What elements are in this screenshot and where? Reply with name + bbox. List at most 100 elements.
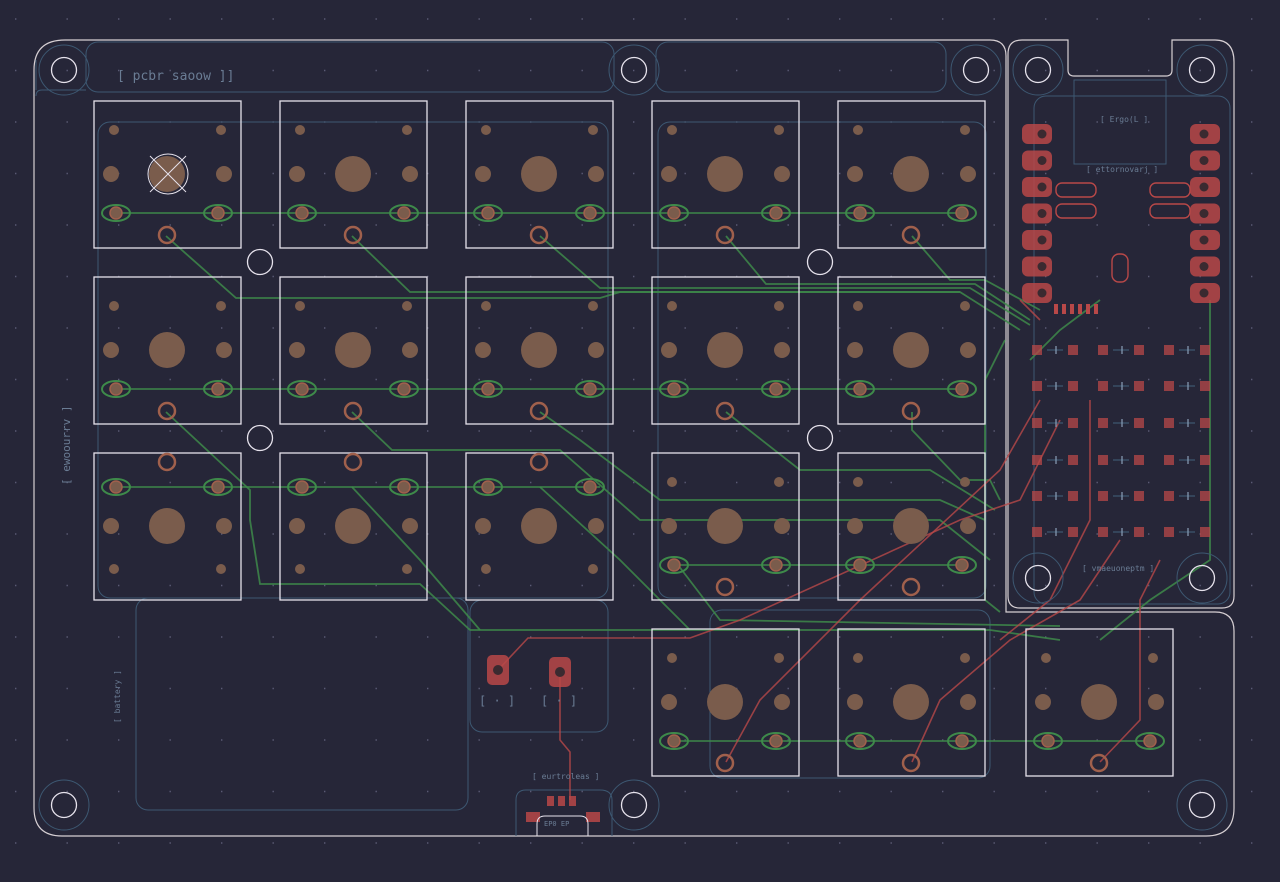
- switch-peg-right-11: [216, 518, 232, 534]
- switch-mount-b-3: [588, 125, 598, 135]
- switch-pad-hole-1-0: [109, 206, 123, 220]
- switch-stab-11: [157, 452, 177, 472]
- mcu-pad-left-2[interactable]: [1022, 150, 1052, 171]
- switch-pad-hole-16-0: [667, 734, 681, 748]
- switch-peg-right-16: [774, 694, 790, 710]
- diode-pad-b-14[interactable]: [1134, 491, 1144, 501]
- switch-stab-6: [157, 401, 177, 421]
- switch-peg-left-11: [103, 518, 119, 534]
- switch-mount-a-14: [667, 477, 677, 487]
- diode-pad-b-6[interactable]: [1200, 381, 1210, 391]
- switch-stab-18: [1089, 753, 1109, 773]
- mcu-pad-left-5[interactable]: [1022, 230, 1052, 250]
- switch-peg-right-17: [960, 694, 976, 710]
- diode-pad-b-15[interactable]: [1200, 491, 1210, 501]
- switch-stab-9: [715, 401, 735, 421]
- diode-pad-a-13[interactable]: [1032, 491, 1042, 501]
- switch-pad-hole-14-1: [769, 558, 783, 572]
- mcu-pad-left-hole-2: [1037, 156, 1047, 165]
- mcu-fine-pad-4: [1078, 304, 1082, 314]
- switch-peg-right-14: [774, 518, 790, 534]
- diode-pad-b-17[interactable]: [1134, 527, 1144, 537]
- diode-pad-b-16[interactable]: [1068, 527, 1078, 537]
- hole-keepout-5: [1176, 44, 1228, 96]
- switch-pad-hole-11-1: [211, 480, 225, 494]
- mcu-footprint[interactable]: [1022, 124, 1220, 314]
- diode-pad-b-18[interactable]: [1200, 527, 1210, 537]
- switch-mount-a-1: [109, 125, 119, 135]
- switch-pad-hole-7-1: [397, 382, 411, 396]
- switch-mount-b-8: [588, 301, 598, 311]
- diode-pad-b-12[interactable]: [1200, 455, 1210, 465]
- switch-mount-a-11: [109, 564, 119, 574]
- switch-mount-b-4: [774, 125, 784, 135]
- diode-pad-a-5[interactable]: [1098, 381, 1108, 391]
- mcu-pad-left-7[interactable]: [1022, 283, 1052, 303]
- diode-matrix[interactable]: [1032, 345, 1210, 537]
- switch-mount-b-16: [774, 653, 784, 663]
- switch-pad-hole-15-0: [853, 558, 867, 572]
- switch-peg-left-14: [661, 518, 677, 534]
- diode-pad-b-8[interactable]: [1134, 418, 1144, 428]
- switch-pad-hole-18-1: [1143, 734, 1157, 748]
- diode-pad-b-4[interactable]: [1068, 381, 1078, 391]
- diode-pad-a-10[interactable]: [1032, 455, 1042, 465]
- switch-mount-b-5: [960, 125, 970, 135]
- misc-footprints[interactable]: [487, 655, 600, 836]
- switch-peg-left-15: [847, 518, 863, 534]
- switch-peg-left-18: [1035, 694, 1051, 710]
- diode-pad-a-2[interactable]: [1098, 345, 1108, 355]
- switch-center-hole-6: [149, 332, 185, 368]
- switch-pad-hole-15-1: [955, 558, 969, 572]
- diode-pad-b-11[interactable]: [1134, 455, 1144, 465]
- back-trace-19: [984, 339, 1006, 613]
- diode-pad-b-2[interactable]: [1134, 345, 1144, 355]
- key-switch-footprints[interactable]: [93, 100, 1174, 777]
- pcb-canvas[interactable]: [ pcbr saoow ]] [ ewoourrv ] [ battery ]…: [0, 0, 1280, 882]
- diode-pad-b-7[interactable]: [1068, 418, 1078, 428]
- diode-pad-a-17[interactable]: [1098, 527, 1108, 537]
- hole-keepout-1: [38, 44, 90, 96]
- mcu-pad-left-hole-1: [1037, 129, 1047, 139]
- diode-pad-b-10[interactable]: [1068, 455, 1078, 465]
- mcu-pad-left-6[interactable]: [1022, 256, 1052, 277]
- switch-pad-hole-2-1: [397, 206, 411, 220]
- back-trace-14: [725, 411, 996, 511]
- pcb-layout-view[interactable]: [ pcbr saoow ]] [ ewoourrv ] [ battery ]…: [0, 0, 1280, 882]
- mcu-pad-left-1[interactable]: [1022, 124, 1052, 144]
- diode-pad-b-5[interactable]: [1134, 381, 1144, 391]
- diode-pad-a-1[interactable]: [1032, 345, 1042, 355]
- diode-pad-a-4[interactable]: [1032, 381, 1042, 391]
- connector-pad-2[interactable]: [586, 812, 600, 822]
- connector-pad-5[interactable]: [569, 796, 576, 806]
- diode-pad-a-16[interactable]: [1032, 527, 1042, 537]
- diode-pad-a-7[interactable]: [1032, 418, 1042, 428]
- mcu-pad-left-3[interactable]: [1022, 177, 1052, 197]
- connector-pad-3[interactable]: [547, 796, 554, 806]
- switch-mount-b-1: [216, 125, 226, 135]
- diode-pad-a-9[interactable]: [1164, 418, 1174, 428]
- switch-pad-hole-1-1: [211, 206, 225, 220]
- switch-peg-right-1: [216, 166, 232, 182]
- diode-pad-b-1[interactable]: [1068, 345, 1078, 355]
- diode-pad-a-12[interactable]: [1164, 455, 1174, 465]
- switch-mount-b-9: [774, 301, 784, 311]
- switch-pad-hole-9-0: [667, 382, 681, 396]
- connector-pad-4[interactable]: [558, 796, 565, 806]
- mcu-reset-pad: [1111, 253, 1129, 283]
- diode-pad-b-3[interactable]: [1200, 345, 1210, 355]
- diode-pad-b-13[interactable]: [1068, 491, 1078, 501]
- diode-pad-b-9[interactable]: [1200, 418, 1210, 428]
- diode-pad-a-8[interactable]: [1098, 418, 1108, 428]
- diode-pad-a-3[interactable]: [1164, 345, 1174, 355]
- mcu-pad-left-4[interactable]: [1022, 203, 1052, 224]
- switch-center-hole-1: [149, 156, 185, 192]
- switch-pad-hole-10-1: [955, 382, 969, 396]
- diode-pad-a-6[interactable]: [1164, 381, 1174, 391]
- diode-pad-a-11[interactable]: [1098, 455, 1108, 465]
- diode-pad-a-18[interactable]: [1164, 527, 1174, 537]
- diode-pad-a-15[interactable]: [1164, 491, 1174, 501]
- switch-pad-hole-6-0: [109, 382, 123, 396]
- diode-pad-a-14[interactable]: [1098, 491, 1108, 501]
- mcu-pad-left-hole-7: [1037, 288, 1047, 298]
